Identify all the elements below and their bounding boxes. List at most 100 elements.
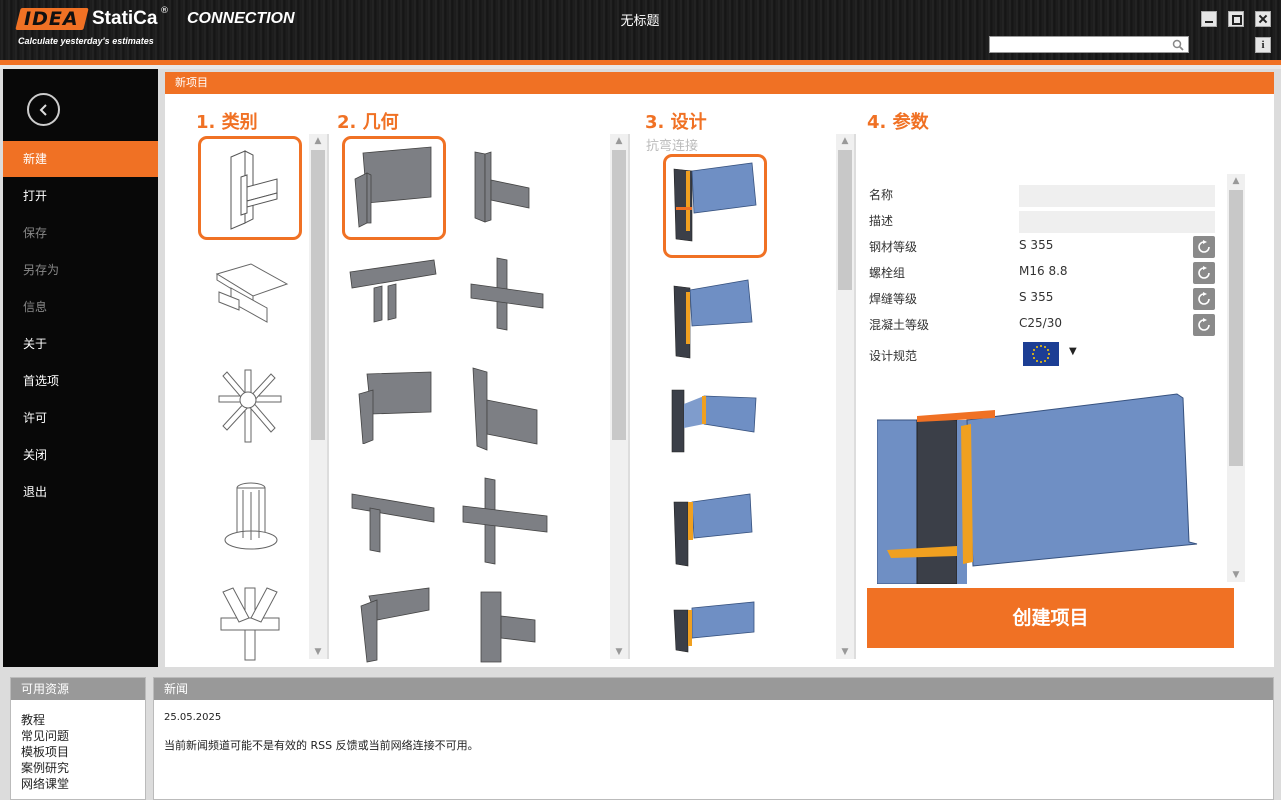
- geometry-tee[interactable]: [348, 486, 452, 590]
- parameters-scrollbar[interactable]: ▲ ▼: [1227, 174, 1245, 582]
- design-code-dropdown-icon[interactable]: ▼: [1069, 346, 1077, 357]
- resource-link-case-studies[interactable]: 案例研究: [11, 760, 145, 776]
- geometry-column-flange[interactable]: [463, 146, 567, 250]
- chevron-left-icon: [39, 104, 47, 116]
- search-input[interactable]: [989, 36, 1189, 53]
- name-input[interactable]: [1019, 185, 1215, 207]
- reset-icon: [1198, 240, 1210, 253]
- concrete-grade-value[interactable]: C25/30: [1019, 316, 1062, 330]
- category-beam-splice[interactable]: [211, 262, 315, 366]
- main-header: 新项目: [165, 72, 1274, 94]
- category-truss-node[interactable]: [215, 366, 319, 470]
- sidebar-item-preferences[interactable]: 首选项: [3, 363, 158, 399]
- sidebar-item-exit[interactable]: 退出: [3, 474, 158, 510]
- step-design-subtitle: 抗弯连接: [646, 139, 699, 154]
- scroll-down-arrow[interactable]: ▼: [1227, 568, 1245, 582]
- geometry-corner[interactable]: [355, 364, 459, 468]
- scroll-down-arrow[interactable]: ▼: [836, 645, 854, 659]
- create-project-button[interactable]: 创建项目: [867, 588, 1234, 648]
- category-scrollbar[interactable]: ▲ ▼: [309, 134, 327, 659]
- info-button[interactable]: i: [1255, 37, 1271, 53]
- scroll-up-arrow[interactable]: ▲: [1227, 174, 1245, 188]
- sidebar-item-new[interactable]: 新建: [3, 141, 158, 177]
- new-project-panel: 1. 类别 2. 几何 3. 设计 抗弯连接 4. 参数 ▲ ▼ ▲ ▼ ▲ ▼…: [165, 94, 1274, 667]
- sidebar-item-save[interactable]: 保存: [3, 215, 158, 251]
- geometry-beam-side[interactable]: [342, 136, 446, 240]
- scroll-up-arrow[interactable]: ▲: [836, 134, 854, 148]
- design-welded[interactable]: [668, 488, 772, 592]
- bolt-assembly-label: 螺栓组: [869, 266, 906, 280]
- sidebar-item-save-as[interactable]: 另存为: [3, 252, 158, 288]
- truss-node-wireframe-icon: [218, 369, 282, 443]
- geometry-cross[interactable]: [467, 254, 571, 358]
- steel-connection-icon: [351, 493, 435, 553]
- scroll-up-arrow[interactable]: ▲: [309, 134, 327, 148]
- back-button[interactable]: [27, 93, 60, 126]
- moment-connection-icon: [673, 162, 757, 242]
- minimize-button[interactable]: [1201, 11, 1217, 27]
- steel-reset-button[interactable]: [1193, 236, 1215, 258]
- geometry-scrollbar[interactable]: ▲ ▼: [610, 134, 628, 659]
- category-beam-to-column[interactable]: [198, 136, 302, 240]
- bolt-assembly-value[interactable]: M16 8.8: [1019, 264, 1068, 278]
- column-divider: [628, 134, 630, 659]
- logo-tagline: Calculate yesterday's estimates: [18, 36, 154, 46]
- reset-icon: [1198, 266, 1210, 279]
- step-parameters-title: 4. 参数: [867, 112, 929, 133]
- sidebar-item-open[interactable]: 打开: [3, 178, 158, 214]
- weld-reset-button[interactable]: [1193, 288, 1215, 310]
- scroll-thumb[interactable]: [311, 150, 325, 440]
- resource-link-templates[interactable]: 模板项目: [11, 744, 145, 760]
- logo-statica-text: StatiCa: [92, 8, 158, 29]
- connection-preview: [877, 393, 1198, 584]
- beam-column-wireframe-icon: [230, 150, 278, 230]
- design-extended-end-plate[interactable]: [668, 274, 772, 378]
- weld-grade-value[interactable]: S 355: [1019, 290, 1053, 304]
- scroll-down-arrow[interactable]: ▼: [309, 645, 327, 659]
- steel-connection-icon: [480, 591, 536, 663]
- header-separator: [0, 65, 1281, 69]
- moment-connection-icon: [673, 601, 755, 653]
- design-end-plate[interactable]: [663, 154, 767, 258]
- sidebar-item-info[interactable]: 信息: [3, 289, 158, 325]
- concrete-reset-button[interactable]: [1193, 314, 1215, 336]
- close-button[interactable]: [1255, 11, 1271, 27]
- steel-connection-icon: [474, 151, 530, 223]
- beam-splice-wireframe-icon: [215, 263, 289, 323]
- category-space-node[interactable]: [215, 584, 319, 688]
- scroll-thumb[interactable]: [838, 150, 852, 290]
- description-input[interactable]: [1019, 211, 1215, 233]
- window-title: 无标题: [620, 14, 660, 29]
- design-haunch[interactable]: [668, 384, 772, 488]
- step-geometry-title: 2. 几何: [337, 112, 399, 133]
- maximize-button[interactable]: [1228, 11, 1244, 27]
- sidebar-item-license[interactable]: 许可: [3, 400, 158, 436]
- resource-link-webinars[interactable]: 网络课堂: [11, 776, 145, 792]
- scroll-down-arrow[interactable]: ▼: [610, 645, 628, 659]
- steel-connection-icon: [349, 259, 437, 323]
- news-date: 25.05.2025: [164, 712, 222, 723]
- sidebar-item-about[interactable]: 关于: [3, 326, 158, 362]
- resource-link-tutorials[interactable]: 教程: [11, 712, 145, 728]
- design-scrollbar[interactable]: ▲ ▼: [836, 134, 854, 659]
- steel-connection-icon: [462, 477, 548, 565]
- description-label: 描述: [869, 214, 894, 228]
- sidebar-item-close[interactable]: 关闭: [3, 437, 158, 473]
- bolt-reset-button[interactable]: [1193, 262, 1215, 284]
- scroll-thumb[interactable]: [612, 150, 626, 440]
- geometry-column-beam[interactable]: [467, 364, 571, 468]
- eu-flag-icon[interactable]: [1023, 342, 1059, 366]
- scroll-thumb[interactable]: [1229, 190, 1243, 466]
- logo-registered-mark: ®: [160, 6, 169, 16]
- geometry-knee[interactable]: [355, 586, 459, 690]
- geometry-column-top[interactable]: [467, 586, 571, 690]
- geometry-cross-splice[interactable]: [461, 476, 565, 580]
- scroll-up-arrow[interactable]: ▲: [610, 134, 628, 148]
- geometry-beam-splice[interactable]: [348, 254, 452, 358]
- product-name: CONNECTION: [187, 10, 295, 27]
- steel-connection-icon: [470, 257, 544, 331]
- resource-link-faq[interactable]: 常见问题: [11, 728, 145, 744]
- news-panel: 新闻 25.05.2025 当前新闻频道可能不是有效的 RSS 反馈或当前网络连…: [153, 677, 1274, 800]
- step-design-title: 3. 设计: [645, 112, 707, 133]
- steel-grade-value[interactable]: S 355: [1019, 238, 1053, 252]
